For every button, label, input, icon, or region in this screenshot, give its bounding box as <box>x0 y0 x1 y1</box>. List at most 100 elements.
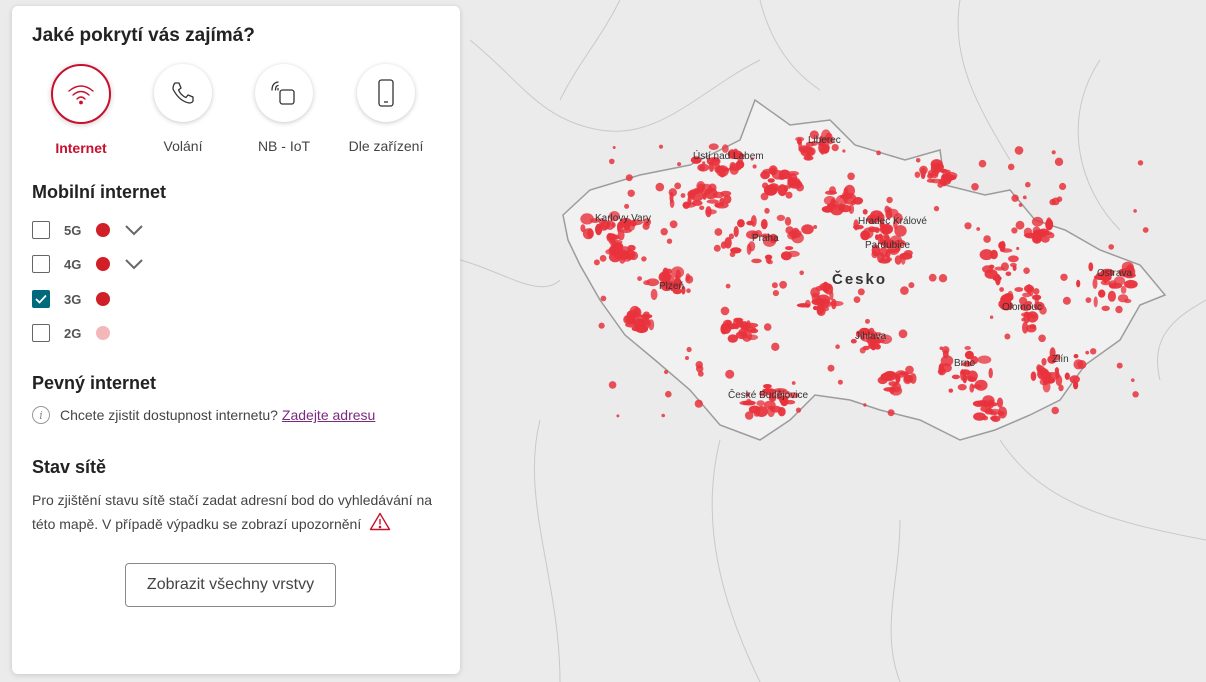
coverage-area <box>595 223 603 236</box>
coverage-area <box>662 270 668 277</box>
coverage-area <box>664 369 669 375</box>
coverage-area <box>1033 288 1040 295</box>
coverage-area <box>926 178 936 183</box>
coverage-area <box>1005 271 1012 277</box>
coverage-area <box>978 159 987 168</box>
coverage-area <box>708 183 717 192</box>
coverage-area <box>1016 246 1020 251</box>
coverage-area <box>1014 287 1024 292</box>
coverage-area <box>823 287 830 293</box>
coverage-area <box>1085 297 1092 303</box>
coverage-area <box>650 288 658 301</box>
coverage-area <box>796 303 811 308</box>
coverage-area <box>685 275 694 284</box>
coverage-area <box>753 410 760 417</box>
coverage-area <box>713 244 721 252</box>
coverage-area <box>1042 376 1050 385</box>
coverage-area <box>979 249 994 261</box>
coverage-area <box>948 388 954 393</box>
chevron-down-icon[interactable] <box>124 257 144 271</box>
coverage-area <box>608 381 617 389</box>
coverage-area <box>677 162 682 167</box>
coverage-type-nb-iot[interactable]: NB - IoT <box>239 64 329 154</box>
coverage-area <box>994 266 1005 271</box>
coverage-area <box>593 259 600 266</box>
coverage-area <box>624 203 630 209</box>
coverage-area <box>1142 227 1149 233</box>
fixed-internet-question: Chcete zjistit dostupnost internetu? <box>60 407 278 423</box>
coverage-area <box>1058 384 1064 392</box>
coverage-area <box>1098 289 1106 298</box>
coverage-area <box>939 346 944 351</box>
coverage-area <box>829 186 836 195</box>
coverage-area <box>933 205 940 212</box>
coverage-area <box>1124 279 1138 289</box>
coverage-type-device[interactable]: Dle zařízení <box>341 64 431 154</box>
coverage-area <box>1059 182 1067 191</box>
coverage-type-calls[interactable]: Volání <box>138 64 228 154</box>
coverage-area <box>928 273 937 282</box>
layer-checkbox-4g[interactable] <box>32 255 50 273</box>
mobile-internet-heading: Mobilní internet <box>32 182 166 202</box>
layer-label: 3G <box>64 291 82 307</box>
coverage-area <box>853 296 861 303</box>
coverage-area <box>886 257 892 262</box>
layer-color-dot <box>96 257 110 271</box>
coverage-area <box>842 149 846 153</box>
coverage-type-label: NB - IoT <box>257 138 311 154</box>
layer-checkbox-3g[interactable] <box>32 290 50 308</box>
show-all-layers-button[interactable]: Zobrazit všechny vrstvy <box>125 563 336 607</box>
coverage-area <box>764 207 770 214</box>
coverage-area <box>812 305 818 311</box>
coverage-area <box>690 190 704 202</box>
coverage-area <box>767 178 775 183</box>
phone-icon <box>154 64 212 122</box>
coverage-area <box>724 323 739 330</box>
coverage-area <box>857 288 865 296</box>
coverage-area <box>648 319 655 331</box>
coverage-area <box>940 168 948 174</box>
layer-label: 4G <box>64 256 82 272</box>
coverage-area <box>1064 372 1070 380</box>
coverage-area <box>610 240 618 248</box>
coverage-area <box>1092 278 1098 289</box>
layer-color-dot <box>96 292 110 306</box>
panel-title: Jaké pokrytí vás zajímá? <box>32 25 255 46</box>
coverage-area <box>767 405 775 417</box>
coverage-area <box>795 407 802 413</box>
coverage-area <box>1108 282 1123 289</box>
coverage-area <box>1030 371 1037 382</box>
coverage-area <box>1008 255 1019 263</box>
coverage-area <box>1120 285 1127 294</box>
coverage-area <box>798 145 811 153</box>
coverage-area <box>989 410 998 416</box>
coverage-area <box>598 322 605 329</box>
coverage-area <box>1021 317 1026 322</box>
city-label: Brno <box>954 358 976 369</box>
coverage-area <box>699 164 705 172</box>
device-icon <box>357 64 415 122</box>
chevron-down-icon[interactable] <box>124 223 144 237</box>
coverage-area <box>999 287 1004 292</box>
coverage-area <box>735 317 743 325</box>
coverage-area <box>720 190 732 197</box>
coverage-area <box>815 299 821 304</box>
coverage-area <box>725 369 735 379</box>
coverage-area <box>914 171 921 178</box>
coverage-area <box>724 237 732 249</box>
layer-checkbox-2g[interactable] <box>32 324 50 342</box>
enter-address-link[interactable]: Zadejte adresu <box>282 407 375 423</box>
layer-checkbox-5g[interactable] <box>32 221 50 239</box>
coverage-area <box>1115 305 1123 314</box>
coverage-type-internet[interactable]: Internet <box>36 64 126 156</box>
coverage-area <box>1023 311 1030 324</box>
coverage-area <box>1076 279 1081 288</box>
coverage-area <box>799 270 804 276</box>
coverage-area <box>606 233 617 241</box>
coverage-area <box>760 219 768 230</box>
coverage-area <box>1040 235 1050 243</box>
wifi-icon <box>51 64 111 124</box>
coverage-area <box>1011 194 1019 202</box>
coverage-area <box>937 182 944 188</box>
coverage-area <box>1038 334 1046 343</box>
